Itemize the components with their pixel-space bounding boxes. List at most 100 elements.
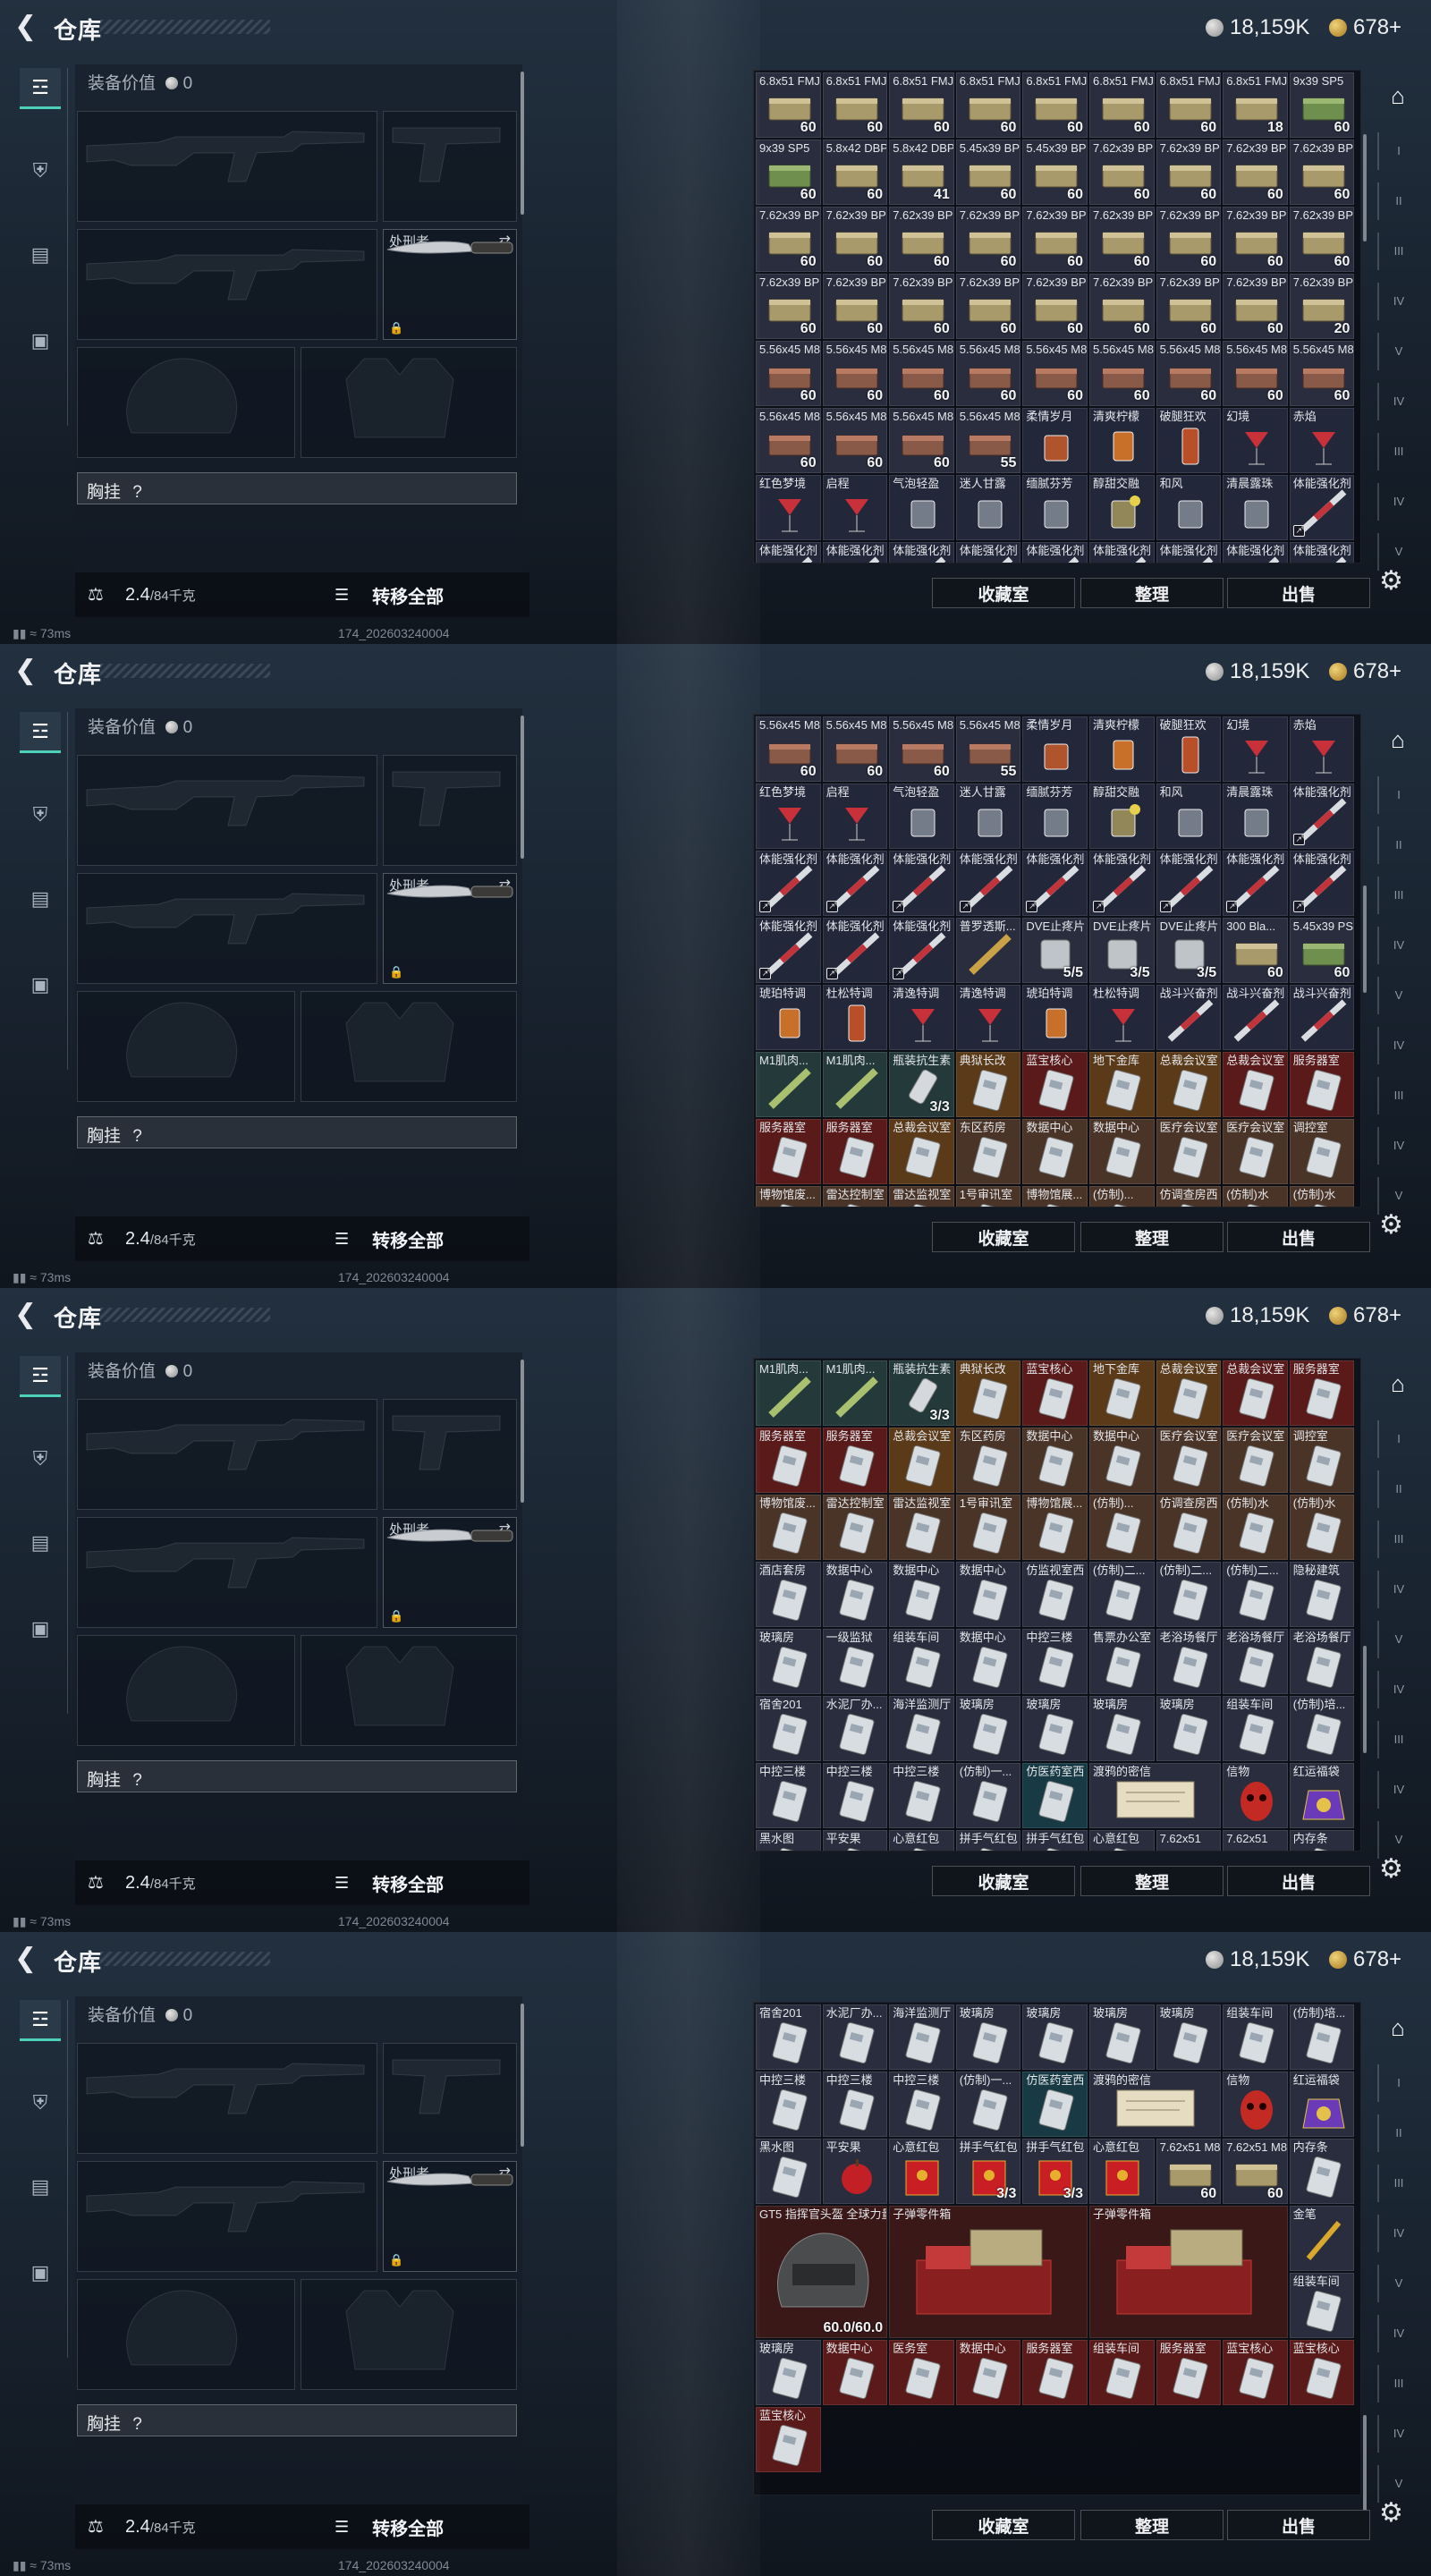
stash-page-tab[interactable]: IV	[1377, 383, 1418, 420]
stash-item[interactable]: 战斗兴奋剂	[1289, 985, 1355, 1050]
stash-item[interactable]: 7.62x39 BP 60	[1156, 207, 1222, 272]
stash-item[interactable]: 蓝宝核心	[756, 2407, 821, 2472]
stash-item[interactable]: 赤焰	[1289, 716, 1355, 782]
backpack-tab-icon[interactable]: ▤	[20, 234, 61, 275]
stash-item[interactable]: 5.56x45 M855A1 60	[756, 716, 821, 782]
stash-item[interactable]: 5.56x45 M855A1 60	[1223, 341, 1288, 406]
collection-button[interactable]: 收藏室	[932, 1222, 1075, 1252]
stash-item[interactable]: 6.8x51 FMJ 60	[955, 72, 1021, 138]
stash-item[interactable]: 7.62x39 BP 60	[889, 207, 954, 272]
loadout-scrollbar[interactable]	[521, 2004, 524, 2147]
stash-item[interactable]: 内存条	[1289, 2139, 1355, 2204]
stash-item[interactable]: 心意红包	[889, 2139, 954, 2204]
stash-item[interactable]: 1号审讯室	[955, 1186, 1021, 1207]
stash-item[interactable]: 柔情岁月	[1022, 716, 1088, 782]
stash-item[interactable]: 心意红包	[1089, 1830, 1155, 1851]
stash-item[interactable]: 6.8x51 FMJ 60	[1089, 72, 1155, 138]
stash-item[interactable]: 蓝宝核心	[1022, 1360, 1088, 1426]
stash-item[interactable]: 6.8x51 FMJ 60	[889, 72, 954, 138]
stash-item[interactable]: 5.56x45 M855A1 60	[889, 408, 954, 473]
stash-item[interactable]: 5.56x45 M855A1 60	[955, 341, 1021, 406]
stash-item[interactable]: 一级监狱	[822, 1629, 888, 1694]
stash-item[interactable]: 中控三楼	[889, 1763, 954, 1828]
stash-item[interactable]: 醇甜交融	[1089, 784, 1155, 849]
stash-item[interactable]: 7.62x39 BP 60	[1223, 140, 1288, 205]
stash-item[interactable]: 组装车间	[1223, 1696, 1288, 1761]
stash-item[interactable]: 水泥厂办...	[822, 2004, 888, 2070]
stash-page-tab[interactable]: III	[1377, 2165, 1418, 2202]
stash-item[interactable]: 7.62x39 BP 60	[1223, 274, 1288, 339]
stash-item[interactable]: 雷达监视室	[889, 1495, 954, 1560]
stash-item[interactable]: 黑水图	[756, 1830, 821, 1851]
stash-item[interactable]: 5.56x45 M855A1 60	[822, 341, 888, 406]
stash-item[interactable]: 总裁会议室	[1156, 1052, 1222, 1117]
stash-item[interactable]: (仿制)...	[1089, 1186, 1155, 1207]
stash-item[interactable]: 数据中心	[822, 1562, 888, 1627]
stash-item[interactable]: 数据中心	[955, 1562, 1021, 1627]
chest-rig-slot[interactable]: 胸挂 ?	[77, 1760, 517, 1792]
stash-item[interactable]: 医疗会议室	[1156, 1119, 1222, 1184]
stash-home-icon[interactable]: ⌂	[1377, 77, 1418, 114]
stash-home-icon[interactable]: ⌂	[1377, 721, 1418, 758]
stash-page-tab[interactable]: II	[1377, 182, 1418, 220]
stash-item[interactable]: 清逸特调	[889, 985, 954, 1050]
stash-item[interactable]: 组装车间	[1289, 2273, 1355, 2338]
stash-item[interactable]: 服务器室	[756, 1428, 821, 1493]
gold-currency[interactable]: 678+	[1329, 13, 1401, 43]
stash-page-tab[interactable]: IV	[1377, 2215, 1418, 2252]
stash-item[interactable]: 5.56x45 M855A1 60	[889, 341, 954, 406]
sidearm-slot[interactable]	[383, 1399, 517, 1510]
stash-item[interactable]: 赤焰	[1289, 408, 1355, 473]
stash-item[interactable]: 体能强化剂 ↗	[889, 918, 954, 983]
stash-item[interactable]: 数据中心	[955, 2340, 1021, 2405]
stash-item[interactable]: 老浴场餐厅	[1223, 1629, 1288, 1694]
stash-item[interactable]: 体能强化剂 ↗	[756, 918, 821, 983]
settings-gear-icon[interactable]: ⚙	[1379, 1853, 1403, 1885]
stash-page-tab[interactable]: V	[1377, 2265, 1418, 2302]
collection-button[interactable]: 收藏室	[932, 1866, 1075, 1896]
stash-item[interactable]: 宿舍201	[756, 1696, 821, 1761]
stash-item[interactable]: 7.62x39 BP 60	[822, 207, 888, 272]
chest-rig-hint-icon[interactable]: ?	[132, 483, 142, 502]
stash-item[interactable]: 总裁会议室	[889, 1428, 954, 1493]
stash-item[interactable]: 体能强化剂	[889, 542, 954, 563]
stash-page-tab[interactable]: IV	[1377, 1027, 1418, 1064]
stash-item[interactable]: 9x39 SP5 60	[1289, 72, 1355, 138]
backpack-tab-icon[interactable]: ▤	[20, 2166, 61, 2207]
gold-currency[interactable]: 678+	[1329, 1301, 1401, 1331]
stash-item[interactable]: 数据中心	[822, 2340, 888, 2405]
melee-slot[interactable]: 处刑者 ⇄ 🔒	[383, 1517, 517, 1628]
weapon-tab-icon[interactable]: ☲	[20, 68, 61, 109]
stash-item[interactable]: (仿制)...	[1089, 1495, 1155, 1560]
sidearm-slot[interactable]	[383, 755, 517, 866]
stash-item[interactable]: 7.62x39 BP 60	[822, 274, 888, 339]
stash-item[interactable]: 红运福袋	[1289, 2072, 1355, 2137]
helmet-slot[interactable]	[77, 347, 295, 458]
stash-item[interactable]: 售票办公室	[1089, 1629, 1155, 1694]
loadout-scrollbar[interactable]	[521, 716, 524, 859]
stash-item[interactable]: 7.62x39 BP 60	[1089, 140, 1155, 205]
stash-page-tab[interactable]: I	[1377, 1420, 1418, 1458]
stash-item[interactable]: 琥珀特调	[1022, 985, 1088, 1050]
chest-rig-slot[interactable]: 胸挂 ?	[77, 472, 517, 504]
stash-item[interactable]: 玻璃房	[1156, 2004, 1222, 2070]
stash-item[interactable]: 拼手气红包	[1022, 1830, 1088, 1851]
stash-item[interactable]: 蓝宝核心	[1223, 2340, 1288, 2405]
stash-item[interactable]: 信物	[1223, 2072, 1288, 2137]
stash-scrollbar[interactable]	[1363, 1646, 1367, 1753]
transfer-all-button[interactable]: ☰ 转移全部	[326, 2512, 522, 2542]
stash-item[interactable]: 服务器室	[822, 1119, 888, 1184]
settings-gear-icon[interactable]: ⚙	[1379, 2497, 1403, 2529]
sell-button[interactable]: 出售	[1227, 1866, 1370, 1896]
transfer-all-button[interactable]: ☰ 转移全部	[326, 1224, 522, 1254]
stash-item[interactable]: 启程	[822, 784, 888, 849]
stash-item[interactable]: 体能强化剂 ↗	[1289, 475, 1355, 540]
stash-item[interactable]: 地下金库	[1089, 1360, 1155, 1426]
stash-item[interactable]: 体能强化剂 ↗	[1289, 851, 1355, 916]
stash-item[interactable]: 7.62x39 BP 60	[955, 274, 1021, 339]
stash-item[interactable]: 心意红包	[1089, 2139, 1155, 2204]
stash-item[interactable]: 仿调查房西	[1156, 1186, 1222, 1207]
sort-button[interactable]: 整理	[1080, 2510, 1224, 2540]
case-tab-icon[interactable]: ▣	[20, 2252, 61, 2293]
stash-item[interactable]: 迷人甘露	[955, 475, 1021, 540]
